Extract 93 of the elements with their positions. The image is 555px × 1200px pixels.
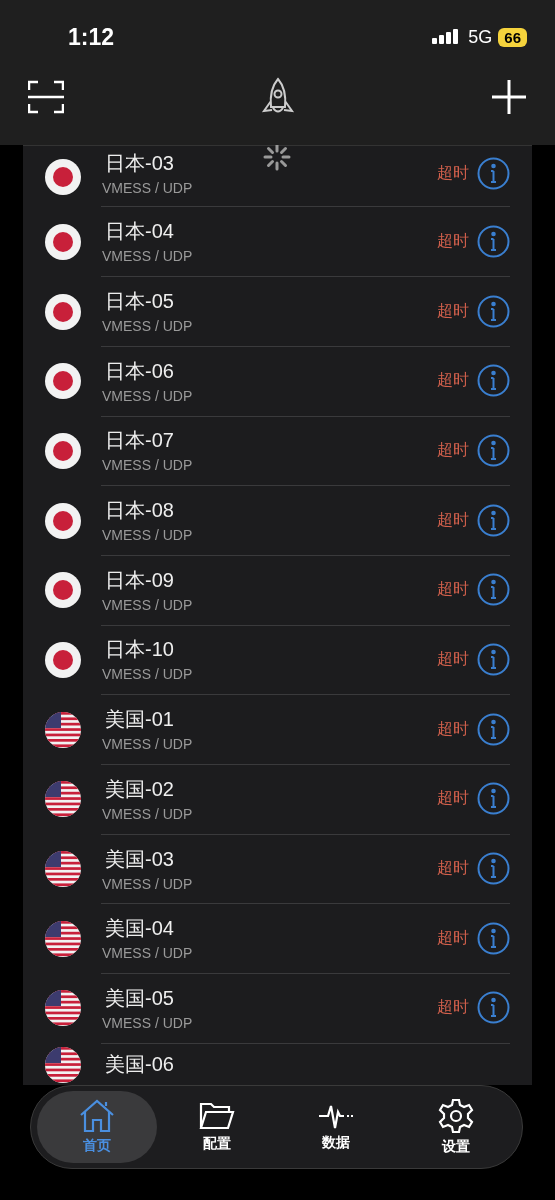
tab-button[interactable]: 配置: [156, 1091, 277, 1163]
server-row[interactable]: 美国-06: [23, 1043, 532, 1086]
flag-icon: [45, 781, 81, 818]
server-name: 日本-10: [105, 637, 174, 663]
protocol-label: VMESS / UDP: [102, 805, 193, 822]
latency-status: 超时: [437, 300, 469, 321]
info-icon[interactable]: [477, 503, 510, 537]
flag-icon: [45, 711, 81, 748]
server-row[interactable]: 美国-03 VMESS / UDP 超时: [23, 834, 532, 904]
server-name: 日本-03: [105, 151, 174, 176]
latency-status: 超时: [437, 648, 469, 669]
latency-status: 超时: [437, 579, 469, 600]
home-icon: [78, 1099, 115, 1133]
server-name: 日本-05: [105, 289, 174, 315]
server-row[interactable]: 日本-09 VMESS / UDP 超时: [23, 555, 532, 626]
latency-status: 超时: [437, 788, 469, 809]
protocol-label: VMESS / UDP: [102, 387, 193, 404]
server-name: 美国-01: [105, 707, 174, 733]
flag-icon: [45, 851, 81, 888]
info-icon[interactable]: [477, 224, 510, 258]
scan-icon[interactable]: [28, 80, 64, 114]
server-name: 美国-03: [105, 846, 174, 872]
info-icon[interactable]: [477, 991, 510, 1025]
flag-icon: [45, 502, 81, 539]
server-row[interactable]: 日本-04 VMESS / UDP 超时: [23, 207, 532, 277]
server-row[interactable]: 日本-06 VMESS / UDP 超时: [23, 346, 532, 417]
loading-spinner-icon: [263, 143, 291, 171]
protocol-label: VMESS / UDP: [102, 666, 193, 683]
info-icon[interactable]: [477, 156, 510, 190]
latency-status: 超时: [437, 230, 469, 251]
protocol-label: VMESS / UDP: [102, 596, 193, 613]
flag-icon: [45, 223, 81, 260]
latency-status: 超时: [437, 509, 469, 530]
protocol-label: VMESS / UDP: [102, 875, 193, 892]
server-name: 日本-06: [105, 358, 174, 384]
latency-status: 超时: [437, 370, 469, 391]
flag-icon: [45, 1047, 81, 1084]
status-time: 1:12: [68, 23, 115, 51]
info-icon[interactable]: [477, 782, 510, 816]
settings-icon: [438, 1098, 475, 1134]
flag-icon: [45, 572, 81, 609]
protocol-label: VMESS / UDP: [102, 527, 193, 544]
network-label: 5G: [468, 26, 493, 48]
server-row[interactable]: 日本-05 VMESS / UDP 超时: [23, 276, 532, 347]
protocol-label: VMESS / UDP: [102, 248, 193, 265]
protocol-label: VMESS / UDP: [102, 736, 193, 753]
server-name: 美国-02: [105, 776, 174, 802]
flag-icon: [45, 990, 81, 1027]
server-name: 美国-06: [105, 1051, 174, 1077]
flag-icon: [45, 158, 81, 195]
tab-button[interactable]: 设置: [396, 1091, 516, 1163]
server-row[interactable]: 日本-03 VMESS / UDP 超时: [23, 146, 532, 207]
server-row[interactable]: 美国-01 VMESS / UDP 超时: [23, 694, 532, 765]
latency-status: 超时: [437, 997, 469, 1018]
info-icon[interactable]: [477, 852, 510, 886]
flag-icon: [45, 641, 81, 678]
info-icon[interactable]: [477, 573, 510, 607]
server-name: 日本-09: [105, 567, 174, 593]
server-name: 日本-04: [105, 219, 174, 245]
info-icon[interactable]: [477, 294, 510, 328]
server-name: 美国-04: [105, 916, 174, 942]
latency-status: 超时: [437, 162, 469, 183]
info-icon[interactable]: [477, 712, 510, 746]
tab-button[interactable]: 数据: [276, 1091, 397, 1163]
server-row[interactable]: 美国-04 VMESS / UDP 超时: [23, 903, 532, 974]
info-icon[interactable]: [477, 433, 510, 467]
flag-icon: [45, 363, 81, 400]
info-icon[interactable]: [477, 921, 510, 955]
flag-icon: [45, 293, 81, 330]
add-icon[interactable]: [491, 79, 527, 115]
server-row[interactable]: 日本-07 VMESS / UDP 超时: [23, 416, 532, 486]
info-icon[interactable]: [477, 364, 510, 398]
flag-icon: [45, 432, 81, 469]
protocol-label: VMESS / UDP: [102, 945, 193, 962]
info-icon[interactable]: [477, 642, 510, 676]
latency-status: 超时: [437, 718, 469, 739]
protocol-label: VMESS / UDP: [102, 318, 193, 335]
server-row[interactable]: 日本-10 VMESS / UDP 超时: [23, 625, 532, 695]
protocol-label: VMESS / UDP: [102, 457, 193, 474]
protocol-label: VMESS / UDP: [102, 1014, 193, 1031]
flag-icon: [45, 920, 81, 957]
latency-status: 超时: [437, 858, 469, 879]
folder-icon: [198, 1101, 235, 1131]
server-row[interactable]: 日本-08 VMESS / UDP 超时: [23, 485, 532, 556]
server-name: 日本-07: [105, 428, 174, 454]
server-name: 日本-08: [105, 498, 174, 524]
server-row[interactable]: 美国-05 VMESS / UDP 超时: [23, 973, 532, 1044]
latency-status: 超时: [437, 927, 469, 948]
server-row[interactable]: 美国-02 VMESS / UDP 超时: [23, 764, 532, 835]
battery-level: 66: [498, 27, 527, 47]
protocol-label: VMESS / UDP: [102, 180, 193, 196]
latency-status: 超时: [437, 439, 469, 460]
server-name: 美国-05: [105, 985, 174, 1011]
